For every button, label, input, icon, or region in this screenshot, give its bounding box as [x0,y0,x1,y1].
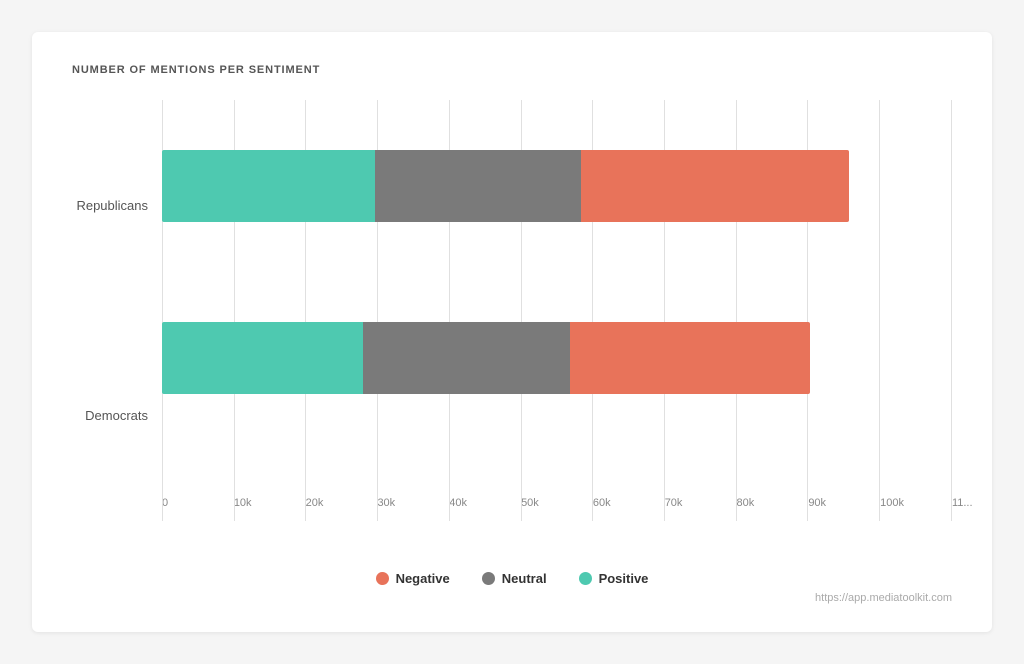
bar-democrats-positive [162,322,363,394]
chart-container: NUMBER OF MENTIONS PER SENTIMENT Republi… [32,32,992,632]
chart-body: Republicans Democrats [72,100,952,604]
x-axis: 0 10k 20k 30k 40k 50k 60k 70k 80k 90k 10… [162,483,952,513]
plot-area: Republicans Democrats [72,100,952,551]
legend-dot-neutral [482,572,495,585]
bar-group-republicans [162,150,849,222]
bar-group-democrats [162,322,810,394]
bar-democrats-negative [570,322,810,394]
bar-democrats-neutral [363,322,570,394]
y-labels: Republicans Democrats [72,100,162,551]
bar-republicans-negative [581,150,849,222]
y-label-democrats: Democrats [72,408,162,423]
bar-republicans-positive [162,150,375,222]
legend-item-positive: Positive [579,571,649,586]
chart-title: NUMBER OF MENTIONS PER SENTIMENT [72,64,952,76]
legend-label-positive: Positive [599,571,649,586]
watermark: https://app.mediatoolkit.com [72,592,952,604]
legend-item-negative: Negative [376,571,450,586]
bar-republicans-neutral [375,150,581,222]
legend: Negative Neutral Positive [72,563,952,586]
legend-label-neutral: Neutral [502,571,547,586]
bar-row-democrats [162,310,952,406]
bar-row-republicans [162,138,952,234]
chart-inner: 0 10k 20k 30k 40k 50k 60k 70k 80k 90k 10… [162,100,952,551]
y-label-republicans: Republicans [72,198,162,213]
legend-dot-positive [579,572,592,585]
grid-and-bars: 0 10k 20k 30k 40k 50k 60k 70k 80k 90k 10… [162,100,952,551]
legend-label-negative: Negative [396,571,450,586]
legend-item-neutral: Neutral [482,571,547,586]
legend-dot-negative [376,572,389,585]
